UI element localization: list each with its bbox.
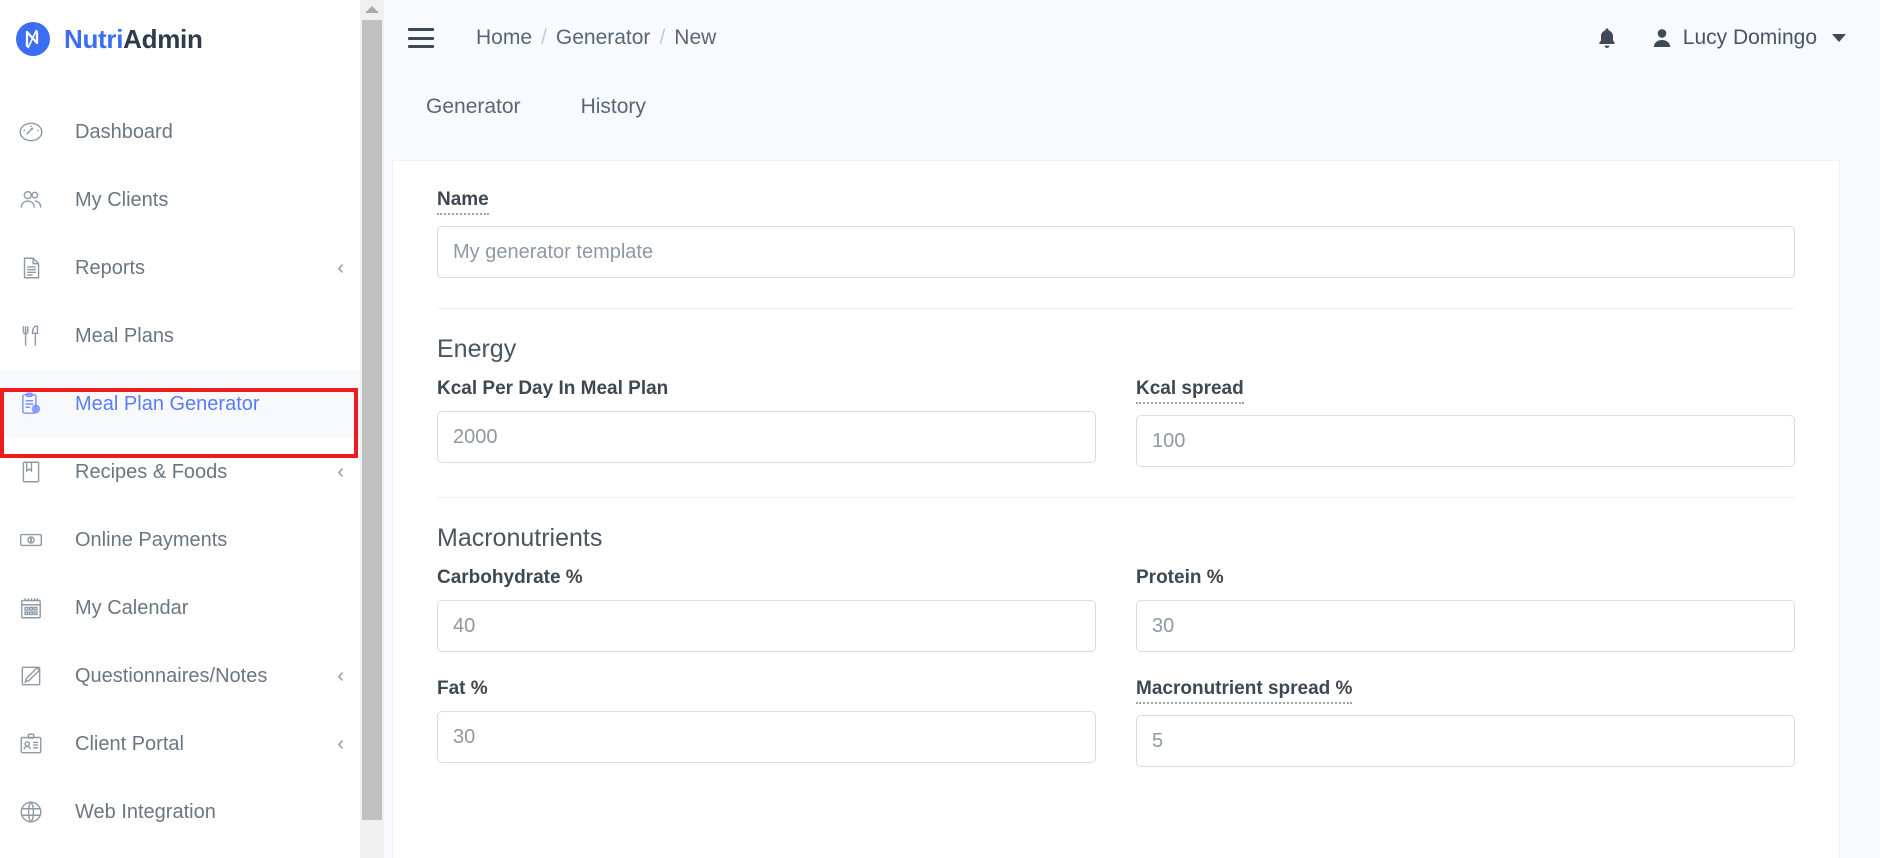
sidebar-item-label: Reports — [75, 256, 146, 279]
chevron-left-icon: ‹ — [337, 665, 344, 687]
macronutrients-section: Macronutrients Carbohydrate % Protein % … — [437, 524, 1795, 767]
carbohydrate-label: Carbohydrate % — [437, 567, 583, 588]
carbohydrate-input[interactable] — [437, 600, 1096, 652]
hamburger-icon[interactable] — [408, 28, 434, 48]
macronutrients-section-title: Macronutrients — [437, 524, 603, 552]
gauge-icon — [18, 119, 58, 145]
breadcrumb-separator: / — [659, 26, 666, 49]
users-icon — [18, 187, 58, 213]
macro-spread-group: Macronutrient spread % — [1136, 678, 1795, 767]
calendar-icon — [18, 595, 58, 621]
sidebar-item-recipes-foods[interactable]: Recipes & Foods ‹ — [0, 438, 360, 506]
document-icon — [18, 255, 58, 281]
scrollbar-thumb[interactable] — [362, 20, 382, 820]
brand-title-first: Nutri — [64, 23, 124, 54]
macro-spread-input[interactable] — [1136, 715, 1795, 767]
sidebar: NutriAdmin Dashboard My Clients Reports … — [0, 0, 360, 858]
sidebar-item-questionnaires-notes[interactable]: Questionnaires/Notes ‹ — [0, 642, 360, 710]
kcal-per-day-label: Kcal Per Day In Meal Plan — [437, 378, 669, 399]
name-input[interactable] — [437, 226, 1795, 278]
energy-fields-row: Kcal Per Day In Meal Plan Kcal spread — [437, 378, 1795, 467]
breadcrumb-item-new[interactable]: New — [674, 26, 716, 50]
sidebar-scrollbar[interactable] — [360, 0, 384, 858]
bell-icon[interactable] — [1596, 26, 1618, 50]
sidebar-item-reports[interactable]: Reports ‹ — [0, 234, 360, 302]
sidebar-item-web-integration[interactable]: Web Integration — [0, 778, 360, 846]
globe-icon — [18, 799, 58, 825]
topbar: Home / Generator / New Lucy Domingo — [384, 0, 1880, 76]
macro-fields-row-2: Fat % Macronutrient spread % — [437, 678, 1795, 767]
section-divider — [437, 308, 1795, 309]
app-root: NutriAdmin Dashboard My Clients Reports … — [0, 0, 1880, 858]
breadcrumb: Home / Generator / New — [476, 26, 716, 50]
energy-section-title: Energy — [437, 335, 517, 363]
carbohydrate-group: Carbohydrate % — [437, 567, 1096, 652]
recipe-book-icon — [18, 459, 58, 485]
clipboard-apple-icon — [18, 391, 58, 417]
sidebar-item-dashboard[interactable]: Dashboard — [0, 98, 360, 166]
sidebar-item-label: Recipes & Foods — [75, 460, 228, 483]
sidebar-item-label: Dashboard — [75, 120, 173, 143]
cutlery-icon — [18, 323, 58, 349]
fat-input[interactable] — [437, 711, 1096, 763]
sidebar-item-my-clients[interactable]: My Clients — [0, 166, 360, 234]
user-name-label: Lucy Domingo — [1682, 26, 1817, 49]
brand-title-second: Admin — [123, 23, 203, 54]
name-field-group: Name — [437, 189, 1795, 278]
sidebar-item-label: Online Payments — [75, 528, 228, 551]
sidebar-item-label: Web Integration — [75, 800, 216, 823]
sidebar-item-client-portal[interactable]: Client Portal ‹ — [0, 710, 360, 778]
banknote-icon — [18, 527, 58, 553]
chevron-down-icon[interactable] — [1832, 34, 1846, 42]
energy-section: Energy Kcal Per Day In Meal Plan Kcal sp… — [437, 335, 1795, 467]
kcal-spread-label: Kcal spread — [1136, 378, 1244, 404]
sidebar-item-label: My Clients — [75, 188, 169, 211]
sidebar-item-my-calendar[interactable]: My Calendar — [0, 574, 360, 642]
sidebar-item-online-payments[interactable]: Online Payments — [0, 506, 360, 574]
protein-label: Protein % — [1136, 567, 1224, 588]
tab-bar: Generator History — [384, 76, 1880, 138]
main-content: Home / Generator / New Lucy Domingo Gene… — [384, 0, 1880, 858]
sidebar-item-meal-plan-generator[interactable]: Meal Plan Generator — [0, 370, 360, 438]
sidebar-nav: Dashboard My Clients Reports ‹ Meal Plan… — [0, 98, 360, 846]
fat-label: Fat % — [437, 678, 488, 699]
brand[interactable]: NutriAdmin — [0, 0, 360, 78]
topbar-right: Lucy Domingo — [1596, 26, 1846, 50]
pencil-square-icon — [18, 663, 58, 689]
chevron-left-icon: ‹ — [337, 461, 344, 483]
protein-input[interactable] — [1136, 600, 1795, 652]
sidebar-item-label: Client Portal — [75, 732, 184, 755]
generator-form-card: Name Energy Kcal Per Day In Meal Plan Kc… — [392, 160, 1840, 858]
macro-spread-label: Macronutrient spread % — [1136, 678, 1353, 704]
kcal-per-day-group: Kcal Per Day In Meal Plan — [437, 378, 1096, 467]
kcal-spread-input[interactable] — [1136, 415, 1795, 467]
macro-fields-row-1: Carbohydrate % Protein % — [437, 567, 1795, 652]
sidebar-item-meal-plans[interactable]: Meal Plans — [0, 302, 360, 370]
breadcrumb-separator: / — [541, 26, 547, 49]
breadcrumb-item-generator[interactable]: Generator — [556, 26, 651, 50]
breadcrumb-item-home[interactable]: Home — [476, 26, 532, 50]
section-divider — [437, 497, 1795, 498]
tab-generator[interactable]: Generator — [416, 89, 531, 125]
id-card-icon — [18, 731, 58, 757]
chevron-left-icon: ‹ — [337, 733, 344, 755]
fat-group: Fat % — [437, 678, 1096, 767]
user-icon — [1652, 27, 1672, 49]
name-label: Name — [437, 189, 489, 215]
kcal-spread-group: Kcal spread — [1136, 378, 1795, 467]
user-menu[interactable]: Lucy Domingo — [1652, 26, 1846, 50]
scroll-up-arrow-icon[interactable] — [365, 6, 379, 13]
sidebar-item-label: Meal Plan Generator — [75, 392, 260, 415]
sidebar-item-label: Questionnaires/Notes — [75, 664, 268, 687]
sidebar-item-label: My Calendar — [75, 596, 189, 619]
brand-title: NutriAdmin — [64, 24, 203, 55]
sidebar-item-label: Meal Plans — [75, 324, 174, 347]
nutriadmin-logo-icon — [16, 22, 50, 56]
tab-history[interactable]: History — [571, 89, 656, 125]
chevron-left-icon: ‹ — [337, 257, 344, 279]
kcal-per-day-input[interactable] — [437, 411, 1096, 463]
protein-group: Protein % — [1136, 567, 1795, 652]
